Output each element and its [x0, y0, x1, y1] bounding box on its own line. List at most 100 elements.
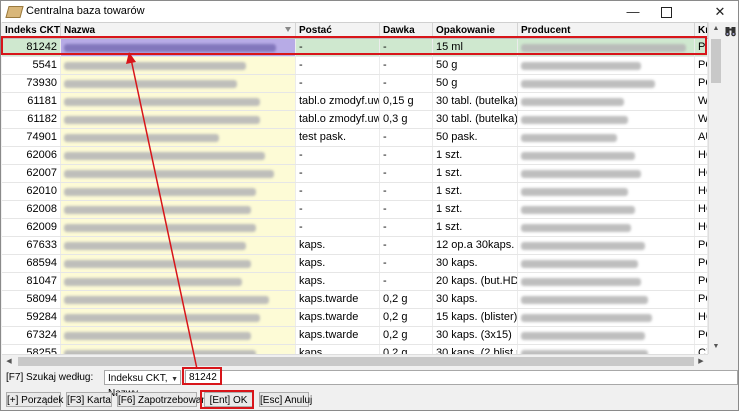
cell-postac: - [296, 147, 380, 164]
cell-kraj: AU [695, 129, 708, 146]
cell-postac: kaps. [296, 273, 380, 290]
redacted-text [64, 170, 274, 178]
table-row[interactable]: 62006--1 szt.HO [2, 147, 708, 165]
table-row[interactable]: 58094 kaps.twarde0,2 g30 kaps. PO [2, 291, 708, 309]
close-button[interactable]: ✕ [703, 1, 737, 22]
table-row[interactable]: 59284 kaps.twarde 0,2 g 15 kaps. (blister) H… [2, 309, 708, 327]
scroll-down-icon[interactable]: ▼ [709, 340, 723, 354]
cell-opakowanie: 30 kaps. [433, 291, 518, 308]
sort-order-button[interactable]: [+] Porządek [6, 392, 63, 407]
card-button[interactable]: [F3] Karta [66, 392, 112, 407]
cell-nazwa [61, 237, 296, 254]
cell-indeks: 62009 [2, 219, 61, 236]
cell-postac: - [296, 57, 380, 74]
cell-nazwa [61, 75, 296, 92]
button-bar: [+] Porządek [F3] Karta [F6] Zapotrzebow… [2, 389, 723, 410]
cell-opakowanie: 30 kaps. (3x15) [433, 327, 518, 344]
redacted-text [521, 80, 655, 88]
search-input[interactable] [185, 370, 738, 385]
cell-kraj: WI [695, 111, 708, 128]
cell-indeks: 5541 [2, 57, 61, 74]
redacted-text [521, 170, 641, 178]
table-row[interactable]: 62010--1 szt.HO [2, 183, 708, 201]
table-row[interactable]: 81242--15 mlPO [2, 39, 708, 57]
cell-opakowanie: 1 szt. [433, 147, 518, 164]
app-icon [5, 6, 24, 18]
cell-producent [518, 39, 695, 56]
cell-postac: kaps. [296, 255, 380, 272]
redacted-text [521, 116, 628, 124]
cell-kraj: PO [695, 39, 708, 56]
cell-producent [518, 237, 695, 254]
column-header-package[interactable]: Opakowanie [433, 23, 518, 38]
table-header: Indeks CKT Nazwa Postać Dawka Opakowanie… [2, 23, 708, 39]
scroll-right-icon[interactable]: ▶ [694, 355, 708, 368]
table-row[interactable]: 67324 kaps.twarde0,2 g30 kaps. (3x15) PO [2, 327, 708, 345]
cell-kraj: WI [695, 93, 708, 110]
column-header-producer[interactable]: Producent [518, 23, 695, 38]
cell-nazwa [61, 255, 296, 272]
table-row[interactable]: 61182 tabl.o zmodyf.uw 0,3 g 30 tabl. (bute… [2, 111, 708, 129]
cell-indeks: 61181 [2, 93, 61, 110]
scroll-up-icon[interactable]: ▲ [709, 22, 723, 36]
ok-button[interactable]: [Ent] OK [204, 392, 253, 407]
cell-opakowanie: 50 g [433, 75, 518, 92]
scroll-left-icon[interactable]: ◀ [2, 355, 16, 368]
table-row[interactable]: 62009--1 szt.HO [2, 219, 708, 237]
cell-producent [518, 219, 695, 236]
redacted-text [521, 152, 635, 160]
cell-indeks: 61182 [2, 111, 61, 128]
sort-filter-icon[interactable] [285, 27, 291, 32]
vertical-scroll-thumb[interactable] [711, 39, 721, 83]
column-header-id[interactable]: Indeks CKT [2, 23, 61, 38]
horizontal-scrollbar[interactable]: ◀ ▶ [2, 354, 708, 368]
minimize-button[interactable]: — [616, 1, 650, 22]
search-bar: [F7] Szukaj według: Indeksu CKT, Nazwy ▼ [2, 368, 738, 399]
table-row[interactable]: 67633 kaps.-12 op.a 30kaps. PO [2, 237, 708, 255]
table-row[interactable]: 74901 test pask.-50 pask. AU [2, 129, 708, 147]
cell-indeks: 68594 [2, 255, 61, 272]
cell-dawka: - [380, 273, 433, 290]
redacted-text [521, 44, 686, 52]
table-row[interactable]: 62007--1 szt.HO [2, 165, 708, 183]
horizontal-scroll-thumb[interactable] [18, 357, 694, 366]
redacted-text [64, 98, 260, 106]
maximize-icon [660, 7, 672, 19]
table-row[interactable]: 68594 kaps.-30 kaps. PO [2, 255, 708, 273]
table-row[interactable]: 61181 tabl.o zmodyf.uw 0,15 g 30 tabl. (but… [2, 93, 708, 111]
column-header-name[interactable]: Nazwa [61, 23, 296, 38]
cell-dawka: 0,3 g [380, 111, 433, 128]
table-row[interactable]: 73930--50 gPO [2, 75, 708, 93]
redacted-text [521, 188, 628, 196]
cell-nazwa [61, 165, 296, 182]
title-bar[interactable]: Centralna baza towarów — ✕ [1, 1, 738, 22]
column-header-country[interactable]: Kra [695, 23, 708, 38]
cell-indeks: 58094 [2, 291, 61, 308]
table-row[interactable]: 62008--1 szt.HO [2, 201, 708, 219]
cell-nazwa [61, 309, 296, 326]
cell-producent [518, 273, 695, 290]
vertical-scrollbar[interactable]: ▲ ▼ [708, 22, 723, 354]
search-mode-select[interactable]: Indeksu CKT, Nazwy ▼ [104, 370, 181, 399]
redacted-text [521, 62, 641, 70]
cell-kraj: HO [695, 201, 708, 218]
cell-postac: kaps. [296, 237, 380, 254]
cell-dawka: - [380, 39, 433, 56]
cell-opakowanie: 20 kaps. (but.HDI [433, 273, 518, 290]
binoculars-icon[interactable] [725, 26, 736, 37]
table-row[interactable]: 5541--50 gPO [2, 57, 708, 75]
cell-indeks: 67633 [2, 237, 61, 254]
demand-button[interactable]: [F6] Zapotrzebowania [117, 392, 215, 407]
redacted-text [521, 224, 631, 232]
column-header-form[interactable]: Postać [296, 23, 380, 38]
table-row[interactable]: 81047 kaps.-20 kaps. (but.HDI PO [2, 273, 708, 291]
column-header-dose[interactable]: Dawka [380, 23, 433, 38]
cancel-button[interactable]: [Esc] Anuluj [259, 392, 312, 407]
cell-opakowanie: 30 tabl. (butelka) [433, 93, 518, 110]
cell-indeks: 62010 [2, 183, 61, 200]
window-title: Centralna baza towarów [26, 5, 145, 17]
cell-nazwa [61, 111, 296, 128]
maximize-button[interactable] [649, 1, 683, 22]
products-table: Indeks CKT Nazwa Postać Dawka Opakowanie… [2, 22, 708, 355]
cell-nazwa [61, 183, 296, 200]
